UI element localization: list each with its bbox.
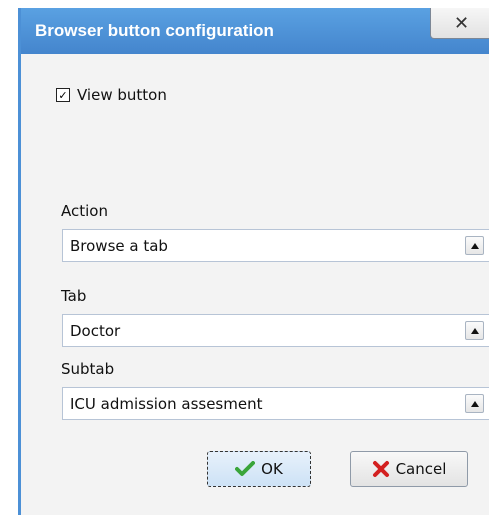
action-dropdown-arrow-icon[interactable]: [465, 236, 484, 255]
tab-dropdown-arrow-icon[interactable]: [465, 321, 484, 340]
subtab-value: ICU admission assesment: [70, 395, 263, 413]
red-x-icon: [372, 461, 389, 477]
subtab-dropdown-arrow-icon[interactable]: [465, 394, 484, 413]
ok-button[interactable]: OK: [207, 451, 311, 487]
close-button[interactable]: ✕: [430, 8, 489, 39]
checkmark-icon: ✓: [58, 88, 68, 102]
title-bar[interactable]: Browser button configuration: [21, 8, 489, 54]
view-button-checkbox[interactable]: ✓: [56, 88, 70, 102]
ok-label: OK: [261, 460, 283, 478]
dialog-window: Browser button configuration ✕ ✓ View bu…: [18, 8, 489, 515]
action-label: Action: [61, 202, 108, 220]
cancel-button[interactable]: Cancel: [350, 451, 468, 487]
action-dropdown[interactable]: Browse a tab: [62, 229, 489, 262]
tab-value: Doctor: [70, 322, 121, 340]
view-button-label: View button: [77, 86, 167, 104]
tab-dropdown[interactable]: Doctor: [62, 314, 489, 347]
view-button-checkbox-row[interactable]: ✓ View button: [56, 86, 167, 104]
cancel-label: Cancel: [395, 460, 447, 478]
subtab-dropdown[interactable]: ICU admission assesment: [62, 387, 489, 420]
dialog-body: ✓ View button Action Browse a tab Tab Do…: [21, 54, 489, 515]
subtab-label: Subtab: [61, 360, 115, 378]
dialog-title: Browser button configuration: [35, 21, 274, 40]
checkmark-icon: [235, 461, 256, 476]
action-value: Browse a tab: [70, 237, 168, 255]
close-icon: ✕: [453, 12, 470, 34]
tab-label: Tab: [61, 287, 87, 305]
